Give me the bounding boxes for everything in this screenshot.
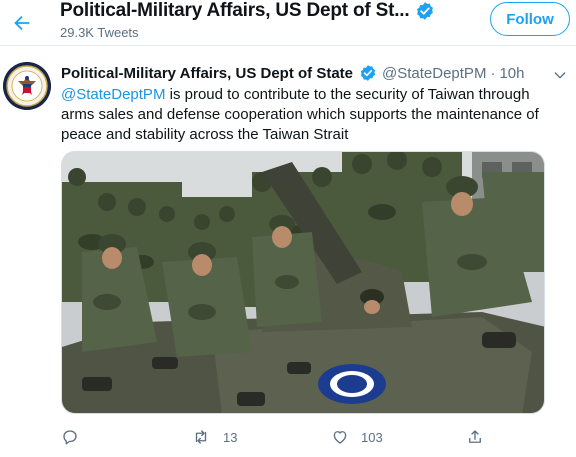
reply-button[interactable] [61,428,91,446]
retweet-count: 13 [223,429,238,445]
tweet-text: @StateDeptPM is proud to contribute to t… [61,85,561,145]
like-button[interactable]: 103 [331,428,383,446]
author-name[interactable]: Political-Military Affairs, US Dept of S… [61,65,353,82]
chevron-down-icon [554,72,566,79]
department-seal-icon [3,62,51,110]
reply-icon [63,430,77,445]
follow-button[interactable]: Follow [490,2,570,36]
retweet-icon [195,430,207,444]
heart-icon [333,431,347,444]
verified-badge-icon [415,1,435,21]
profile-title: Political-Military Affairs, US Dept of S… [60,0,410,21]
back-arrow-icon [14,15,30,31]
mention-link[interactable]: @StateDeptPM [61,86,165,103]
avatar[interactable] [3,62,51,110]
verified-badge-icon [359,64,377,82]
tweet-count: 29.3K Tweets [60,25,139,40]
more-button[interactable] [548,66,572,84]
tweet-actions: 13 103 [61,428,531,446]
like-count: 103 [361,429,383,445]
author-handle[interactable]: @StateDeptPM [382,65,486,82]
tweet-photo[interactable] [61,151,545,414]
profile-header: Political-Military Affairs, US Dept of S… [0,0,576,46]
soldiers-on-tank-image [62,152,544,413]
separator-dot: · [490,64,496,82]
tweet-header: Political-Military Affairs, US Dept of S… [61,64,524,82]
share-icon [469,430,481,443]
retweet-button[interactable]: 13 [191,428,237,446]
back-button[interactable] [6,7,38,39]
share-button[interactable] [466,428,484,446]
tweet-time[interactable]: 10h [499,65,524,82]
